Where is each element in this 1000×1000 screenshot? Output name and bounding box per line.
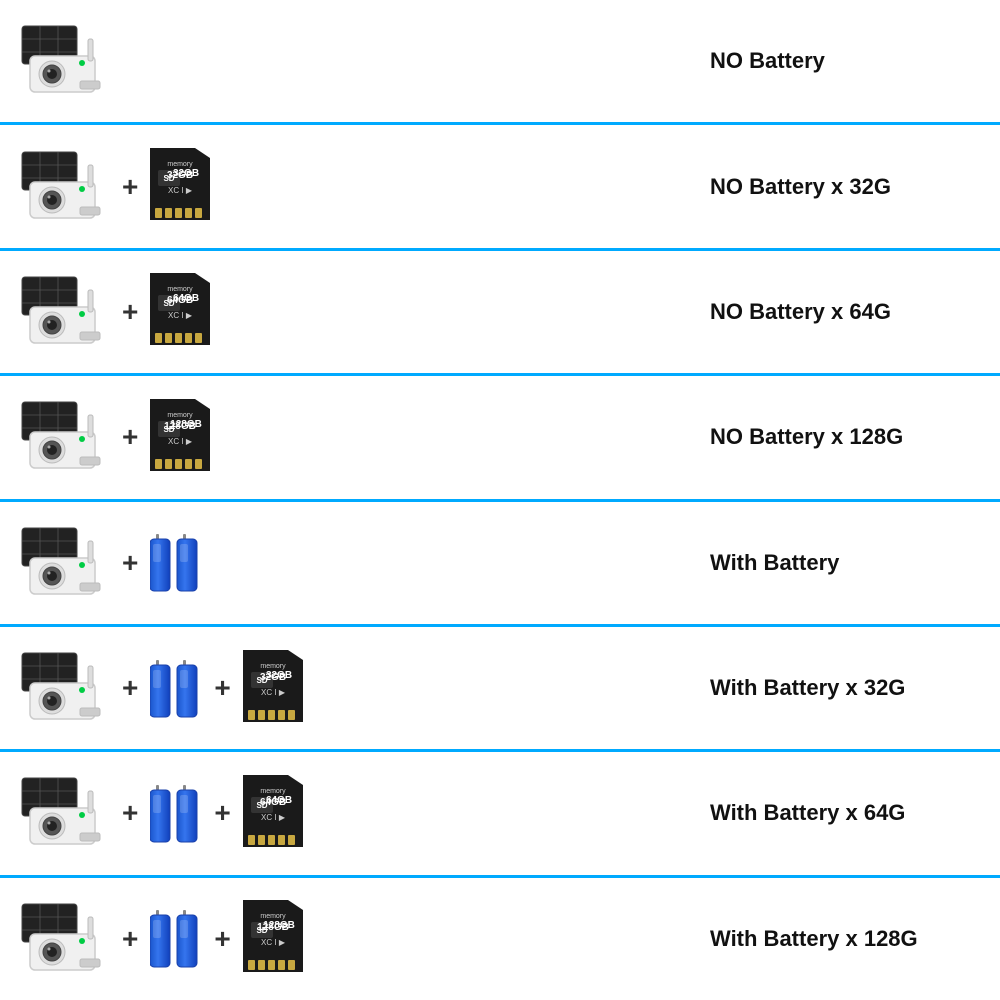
sd-card-icon: memory SD 32GB 32GB XC I ▶ <box>243 650 303 727</box>
svg-text:32GB: 32GB <box>266 670 292 681</box>
camera-icon <box>20 523 110 603</box>
svg-text:32GB: 32GB <box>173 168 199 179</box>
plus-sign: + <box>214 797 230 829</box>
option-label-text: NO Battery x 64G <box>710 299 891 324</box>
product-row-5: + With Battery <box>0 502 1000 627</box>
plus-sign: + <box>214 672 230 704</box>
svg-text:XC I ▶: XC I ▶ <box>261 938 286 947</box>
option-label-text: NO Battery x 32G <box>710 174 891 199</box>
svg-text:XC I ▶: XC I ▶ <box>168 437 193 446</box>
batteries-icon <box>150 902 202 975</box>
option-label: With Battery x 32G <box>680 675 980 701</box>
svg-text:memory: memory <box>260 663 286 670</box>
option-label: NO Battery x 32G <box>680 174 980 200</box>
items-area-8: + + memory SD 128GB 128GB <box>20 899 680 979</box>
items-area-2: + memory SD 32GB 32GB XC I ▶ <box>20 147 680 227</box>
option-label-text: With Battery <box>710 550 839 575</box>
items-area-3: + memory SD 64GB 64GB XC I ▶ <box>20 272 680 352</box>
items-area-6: + + memory SD 32GB 32GB <box>20 648 680 728</box>
product-row-7: + + memory SD 64GB 64GB <box>0 752 1000 877</box>
camera-icon <box>20 21 110 101</box>
svg-text:memory: memory <box>260 913 286 920</box>
sd-card-icon: memory SD 128GB 128GB XC I ▶ <box>150 399 210 476</box>
plus-sign: + <box>214 923 230 955</box>
option-label-text: With Battery x 64G <box>710 800 905 825</box>
product-row-6: + + memory SD 32GB 32GB <box>0 627 1000 752</box>
product-row-4: + memory SD 128GB 128GB XC I ▶ NO Batter… <box>0 376 1000 501</box>
camera-icon <box>20 648 110 728</box>
option-label: With Battery x 128G <box>680 926 980 952</box>
sd-card-icon: memory SD 32GB 32GB XC I ▶ <box>150 148 210 225</box>
svg-text:128GB: 128GB <box>171 419 203 430</box>
sd-card-icon: memory SD 64GB 64GB XC I ▶ <box>150 273 210 350</box>
plus-sign: + <box>122 171 138 203</box>
svg-text:XC I ▶: XC I ▶ <box>261 813 286 822</box>
items-area-1 <box>20 21 680 101</box>
option-label: NO Battery x 128G <box>680 424 980 450</box>
option-label-text: With Battery x 32G <box>710 675 905 700</box>
option-label-text: NO Battery <box>710 48 825 73</box>
svg-text:memory: memory <box>260 788 286 795</box>
svg-text:XC I ▶: XC I ▶ <box>168 311 193 320</box>
svg-text:XC I ▶: XC I ▶ <box>261 688 286 697</box>
product-row-1: NO Battery <box>0 0 1000 125</box>
camera-icon <box>20 272 110 352</box>
camera-icon <box>20 397 110 477</box>
sd-card-icon: memory SD 128GB 128GB XC I ▶ <box>243 900 303 977</box>
product-row-3: + memory SD 64GB 64GB XC I ▶ NO Battery … <box>0 251 1000 376</box>
items-area-4: + memory SD 128GB 128GB XC I ▶ <box>20 397 680 477</box>
svg-text:64GB: 64GB <box>173 293 199 304</box>
items-area-5: + <box>20 523 680 603</box>
svg-text:128GB: 128GB <box>263 920 295 931</box>
camera-icon <box>20 147 110 227</box>
items-area-7: + + memory SD 64GB 64GB <box>20 773 680 853</box>
camera-icon <box>20 773 110 853</box>
batteries-icon <box>150 652 202 725</box>
option-label: With Battery <box>680 550 980 576</box>
plus-sign: + <box>122 421 138 453</box>
plus-sign: + <box>122 547 138 579</box>
product-row-2: + memory SD 32GB 32GB XC I ▶ NO Battery … <box>0 125 1000 250</box>
option-label: With Battery x 64G <box>680 800 980 826</box>
option-label-text: NO Battery x 128G <box>710 424 903 449</box>
batteries-icon <box>150 526 202 599</box>
plus-sign: + <box>122 296 138 328</box>
sd-card-icon: memory SD 64GB 64GB XC I ▶ <box>243 775 303 852</box>
svg-text:memory: memory <box>168 286 194 293</box>
svg-text:memory: memory <box>168 161 194 168</box>
svg-text:XC I ▶: XC I ▶ <box>168 186 193 195</box>
camera-icon <box>20 899 110 979</box>
svg-text:64GB: 64GB <box>266 795 292 806</box>
batteries-icon <box>150 777 202 850</box>
plus-sign: + <box>122 923 138 955</box>
plus-sign: + <box>122 672 138 704</box>
option-label: NO Battery <box>680 48 980 74</box>
product-options-table: NO Battery + memory SD 32G <box>0 0 1000 1000</box>
svg-text:memory: memory <box>168 412 194 419</box>
plus-sign: + <box>122 797 138 829</box>
option-label: NO Battery x 64G <box>680 299 980 325</box>
product-row-8: + + memory SD 128GB 128GB <box>0 878 1000 1000</box>
option-label-text: With Battery x 128G <box>710 926 918 951</box>
